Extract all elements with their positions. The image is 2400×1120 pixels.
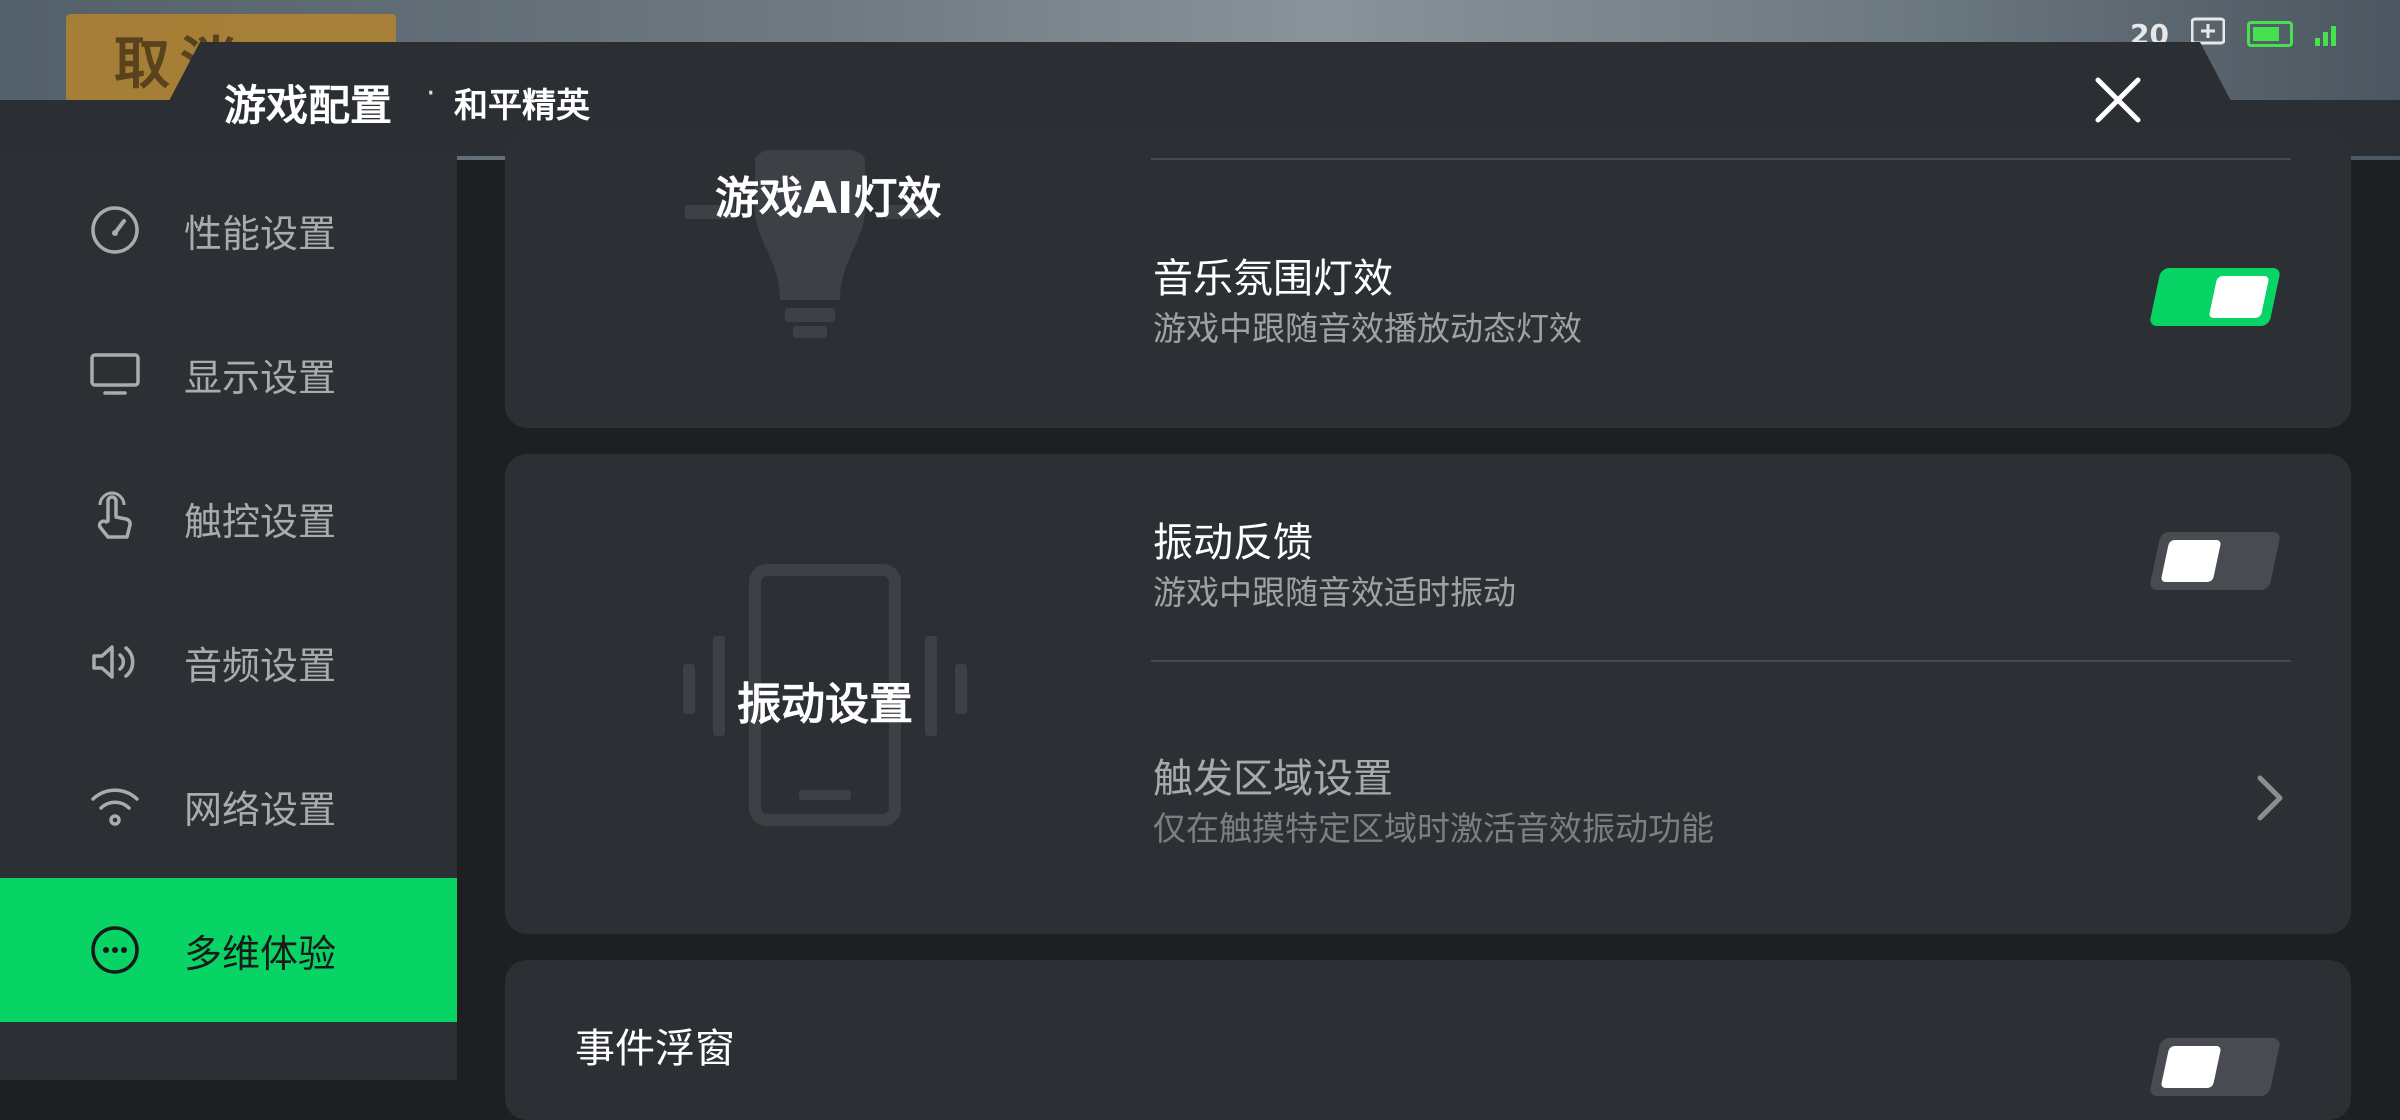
sidebar-item-touch[interactable]: 触控设置 (0, 446, 457, 590)
vibration-feedback-desc: 游戏中跟随音效适时振动 (1153, 573, 1516, 612)
lighting-feature-label: 游戏AI灯效 (715, 173, 942, 224)
sidebar-item-network[interactable]: 网络设置 (0, 734, 457, 878)
sidebar-item-label: 显示设置 (184, 355, 337, 400)
toggle-knob (2160, 540, 2222, 582)
game-name: 和平精英 (454, 86, 590, 126)
monitor-icon (90, 353, 140, 395)
music-light-desc: 游戏中跟随音效播放动态灯效 (1153, 309, 1582, 348)
battery-icon (2247, 21, 2293, 47)
divider (1151, 158, 2291, 160)
trigger-area-desc: 仅在触摸特定区域时激活音效振动功能 (1153, 809, 1714, 848)
sidebar-item-performance[interactable]: 性能设置 (0, 158, 457, 302)
event-float-toggle[interactable] (2148, 1038, 2282, 1096)
sidebar-item-label: 多维体验 (184, 931, 337, 976)
event-float-title: 事件浮窗 (575, 1026, 735, 1072)
toggle-knob (2160, 1046, 2222, 1088)
sidebar-item-label: 触控设置 (184, 499, 337, 544)
vibration-card: 振动设置 振动反馈 游戏中跟随音效适时振动 触发区域设置 仅在触摸特定区域时激活… (505, 454, 2351, 934)
title-separator: · (426, 76, 436, 111)
vibration-feedback-title: 振动反馈 (1153, 520, 1313, 566)
divider (1151, 660, 2291, 662)
wifi-icon (91, 788, 139, 826)
sidebar-item-label: 音频设置 (184, 643, 337, 688)
close-button[interactable] (2090, 72, 2146, 128)
page-title: 游戏配置 (224, 81, 393, 130)
sidebar-item-label: 网络设置 (184, 787, 337, 832)
sidebar-item-multidimensional[interactable]: 多维体验 (0, 878, 457, 1022)
vibration-feedback-toggle[interactable] (2148, 532, 2282, 590)
lighting-card: 游戏AI灯效 音乐氛围灯效 游戏中跟随音效播放动态灯效 (505, 130, 2351, 428)
more-dots-icon (91, 926, 139, 974)
sidebar-item-label: 性能设置 (184, 211, 337, 256)
sidebar-item-display[interactable]: 显示设置 (0, 302, 457, 446)
gauge-icon (91, 206, 139, 254)
signal-icon (2315, 22, 2336, 46)
touch-icon (97, 491, 132, 539)
speaker-icon (92, 645, 135, 679)
sidebar-item-audio[interactable]: 音频设置 (0, 590, 457, 734)
close-icon (2095, 77, 2141, 123)
vibration-feature-label: 振动设置 (737, 679, 913, 730)
sidebar: 性能设置 显示设置 触控设置 音频设置 网络设置 多维体验 (0, 156, 457, 1080)
toggle-knob (2208, 276, 2270, 318)
chevron-right-icon[interactable] (2252, 770, 2288, 826)
music-light-title: 音乐氛围灯效 (1153, 256, 1393, 302)
music-light-toggle[interactable] (2148, 268, 2282, 326)
trigger-area-title[interactable]: 触发区域设置 (1153, 746, 1393, 804)
event-card: 事件浮窗 (505, 960, 2351, 1120)
